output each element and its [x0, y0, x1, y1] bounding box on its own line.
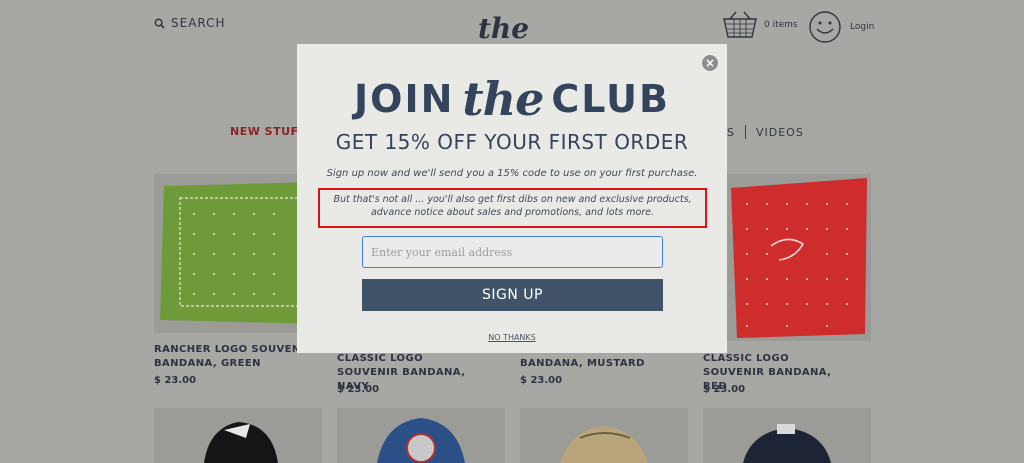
basket-icon	[723, 11, 757, 38]
product-image-navy-pack[interactable]	[703, 408, 871, 463]
nav-new-stuff[interactable]: NEW STUFF	[230, 125, 307, 138]
product-image-blue-pack[interactable]	[337, 408, 505, 463]
navy-backpack-image	[743, 424, 831, 463]
modal-headline: JOIN the CLUB	[297, 72, 727, 126]
product-image-black-pack[interactable]	[154, 408, 322, 463]
search-label: SEARCH	[171, 16, 226, 30]
product-price-navy: $ 23.00	[337, 384, 380, 395]
headline-the-script: the	[462, 72, 544, 126]
product-name-mustard[interactable]: BANDANA, MUSTARD	[520, 357, 690, 371]
store-logo[interactable]: the	[478, 12, 529, 45]
no-thanks-link[interactable]: NO THANKS	[297, 333, 727, 342]
smiley-icon	[809, 11, 841, 43]
nav-divider	[744, 125, 746, 139]
black-backpack-image	[204, 422, 278, 463]
close-icon[interactable]: ×	[701, 54, 719, 72]
product-image-red[interactable]	[727, 174, 871, 341]
tan-bag-image	[560, 426, 648, 463]
modal-body-text: Sign up now and we'll send you a 15% cod…	[326, 168, 698, 179]
nav-partial-item[interactable]: S	[727, 126, 735, 139]
product-price-green: $ 23.00	[154, 375, 197, 386]
headline-club: CLUB	[551, 77, 670, 121]
headline-join: JOIN	[354, 77, 455, 121]
search-link[interactable]: SEARCH	[154, 16, 226, 30]
email-input[interactable]	[362, 236, 663, 268]
product-price-mustard: $ 23.00	[520, 375, 563, 386]
login-label: Login	[850, 22, 875, 32]
blue-backpack-image	[377, 418, 465, 463]
login-link[interactable]: Login	[808, 10, 874, 44]
modal-perks-text: But that's not all ... you'll also get f…	[333, 194, 692, 218]
nav-right-group: S VIDEOS	[727, 125, 804, 139]
search-icon	[154, 18, 165, 29]
cart-count: 0 items	[764, 20, 798, 30]
red-bandana-image	[731, 178, 867, 338]
cart-link[interactable]: 0 items	[722, 10, 798, 40]
product-price-red: $ 23.00	[703, 384, 746, 395]
nav-videos[interactable]: VIDEOS	[756, 126, 804, 139]
modal-subheadline: GET 15% OFF YOUR FIRST ORDER	[335, 130, 689, 154]
sign-up-button[interactable]: SIGN UP	[362, 279, 663, 311]
product-image-tan-pack[interactable]	[520, 408, 688, 463]
